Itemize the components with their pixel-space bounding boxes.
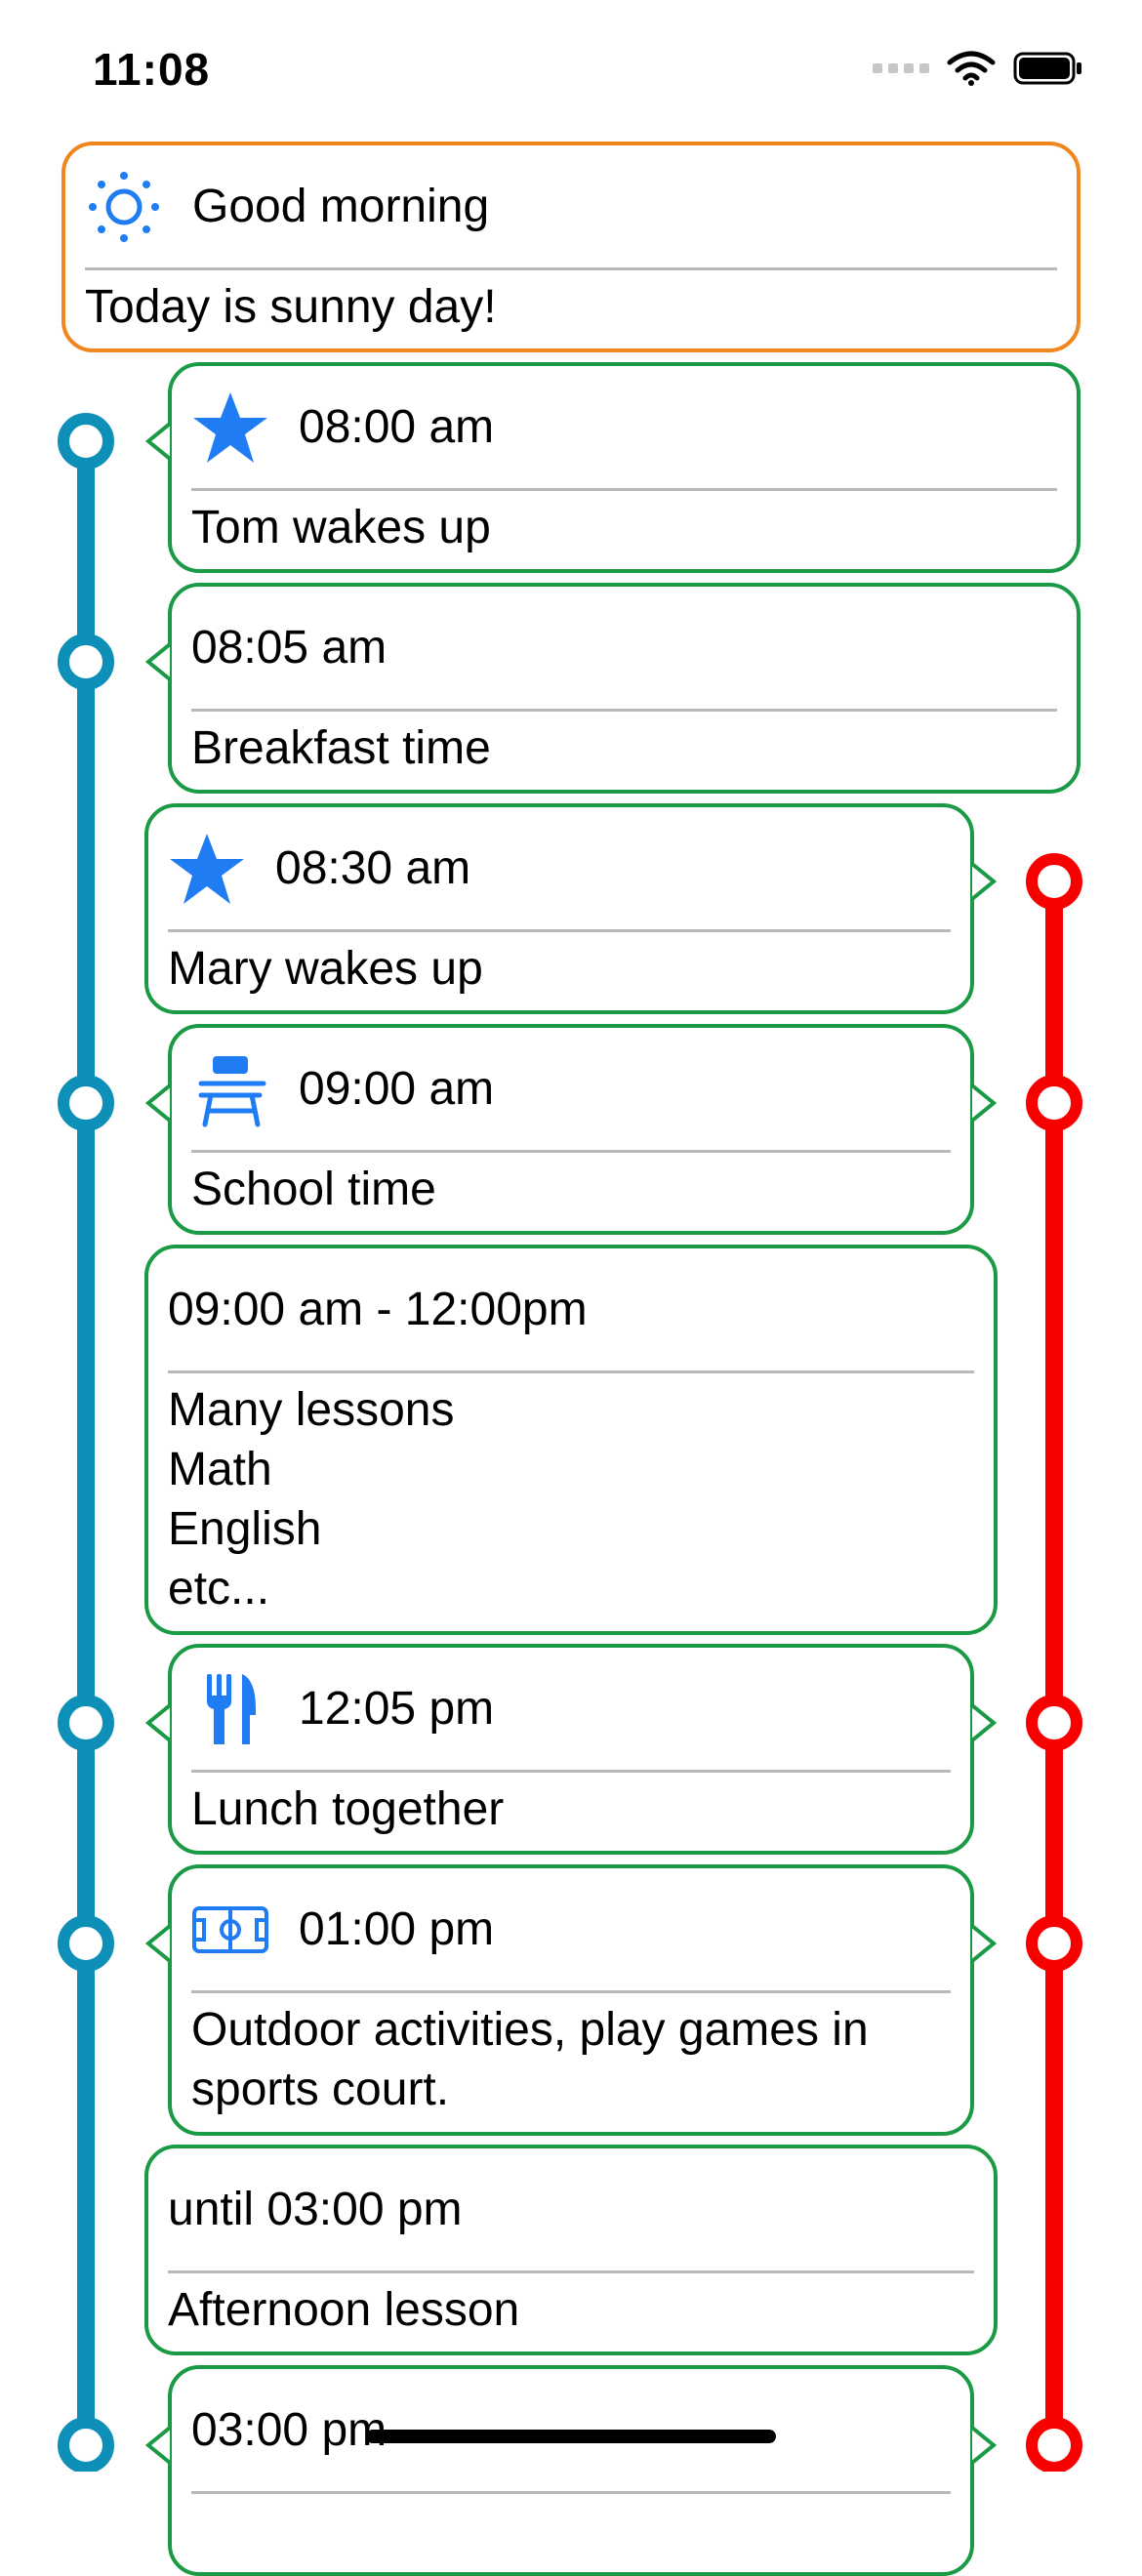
status-bar: 11:08 <box>0 0 1142 137</box>
event-time: 08:00 am <box>299 401 495 453</box>
wifi-icon <box>947 51 996 86</box>
card-pointer-right <box>972 1703 998 1742</box>
sports-court-icon <box>191 1891 269 1969</box>
left-stop <box>58 2417 114 2472</box>
timeline-card[interactable]: 03:00 pm <box>168 2365 974 2576</box>
timeline-card[interactable]: until 03:00 pm Afternoon lesson <box>144 2145 998 2355</box>
left-stop <box>58 1915 114 1972</box>
left-stop <box>58 634 114 690</box>
card-pointer-right <box>972 862 998 901</box>
timeline-card[interactable]: 01:00 pm Outdoor activities, play games … <box>168 1864 974 2136</box>
event-description: Tom wakes up <box>191 502 491 553</box>
card-pointer-left <box>144 1924 170 1963</box>
left-track-stops <box>58 413 114 2472</box>
card-pointer-left <box>144 422 170 461</box>
event-description: Mary wakes up <box>168 943 483 995</box>
timeline-card[interactable]: 08:05 am Breakfast time <box>168 583 1081 794</box>
left-stop <box>58 1695 114 1751</box>
card-pointer-left <box>144 642 170 681</box>
card-pointer-right <box>972 1084 998 1123</box>
event-description: School time <box>191 1164 436 1215</box>
right-stop <box>1026 2417 1082 2472</box>
event-time: 12:05 pm <box>299 1683 495 1735</box>
battery-icon <box>1013 52 1081 85</box>
right-stop <box>1026 1075 1082 1131</box>
card-pointer-left <box>144 2426 170 2465</box>
fork-knife-icon <box>191 1670 269 1748</box>
event-time: 03:00 pm <box>191 2404 387 2456</box>
event-time: 08:30 am <box>275 842 471 894</box>
event-time: 01:00 pm <box>299 1903 495 1955</box>
timeline-card[interactable]: 08:00 am Tom wakes up <box>168 362 1081 573</box>
status-time: 11:08 <box>93 44 211 95</box>
event-description: Afternoon lesson <box>168 2284 520 2336</box>
greeting-title: Good morning <box>192 181 490 232</box>
left-stop <box>58 1075 114 1131</box>
cellular-signal-icon <box>873 63 929 73</box>
timeline-card[interactable]: 09:00 am School time <box>168 1024 974 1235</box>
timeline-card[interactable]: 08:30 am Mary wakes up <box>144 803 974 1014</box>
status-icons <box>873 51 1083 86</box>
greeting-body: Today is sunny day! <box>85 281 497 333</box>
event-time: 08:05 am <box>191 622 387 674</box>
right-stop <box>1026 853 1082 910</box>
card-pointer-right <box>972 1924 998 1963</box>
star-icon <box>191 388 269 467</box>
card-pointer-right <box>972 2426 998 2465</box>
event-time: 09:00 am <box>299 1063 495 1115</box>
event-time: 09:00 am - 12:00pm <box>168 1284 588 1335</box>
left-stop <box>58 413 114 470</box>
right-stop <box>1026 1915 1082 1972</box>
home-indicator[interactable] <box>366 2430 776 2443</box>
event-description: Outdoor activities, play games in sports… <box>191 2004 869 2115</box>
school-desk-icon <box>191 1050 269 1128</box>
card-pointer-left <box>144 1703 170 1742</box>
card-pointer-left <box>144 1084 170 1123</box>
right-stop <box>1026 1695 1082 1751</box>
star-icon <box>168 830 246 908</box>
timeline-card[interactable]: 12:05 pm Lunch together <box>168 1644 974 1855</box>
event-description: Lunch together <box>191 1783 505 1835</box>
right-track-stops <box>1026 853 1082 2472</box>
event-description: Many lessons Math English etc... <box>168 1384 455 1615</box>
event-description: Breakfast time <box>191 722 491 774</box>
timeline-card[interactable]: 09:00 am - 12:00pm Many lessons Math Eng… <box>144 1245 998 1635</box>
sun-icon <box>85 168 163 246</box>
event-time: until 03:00 pm <box>168 2184 463 2235</box>
greeting-card[interactable]: Good morning Today is sunny day! <box>61 142 1081 352</box>
